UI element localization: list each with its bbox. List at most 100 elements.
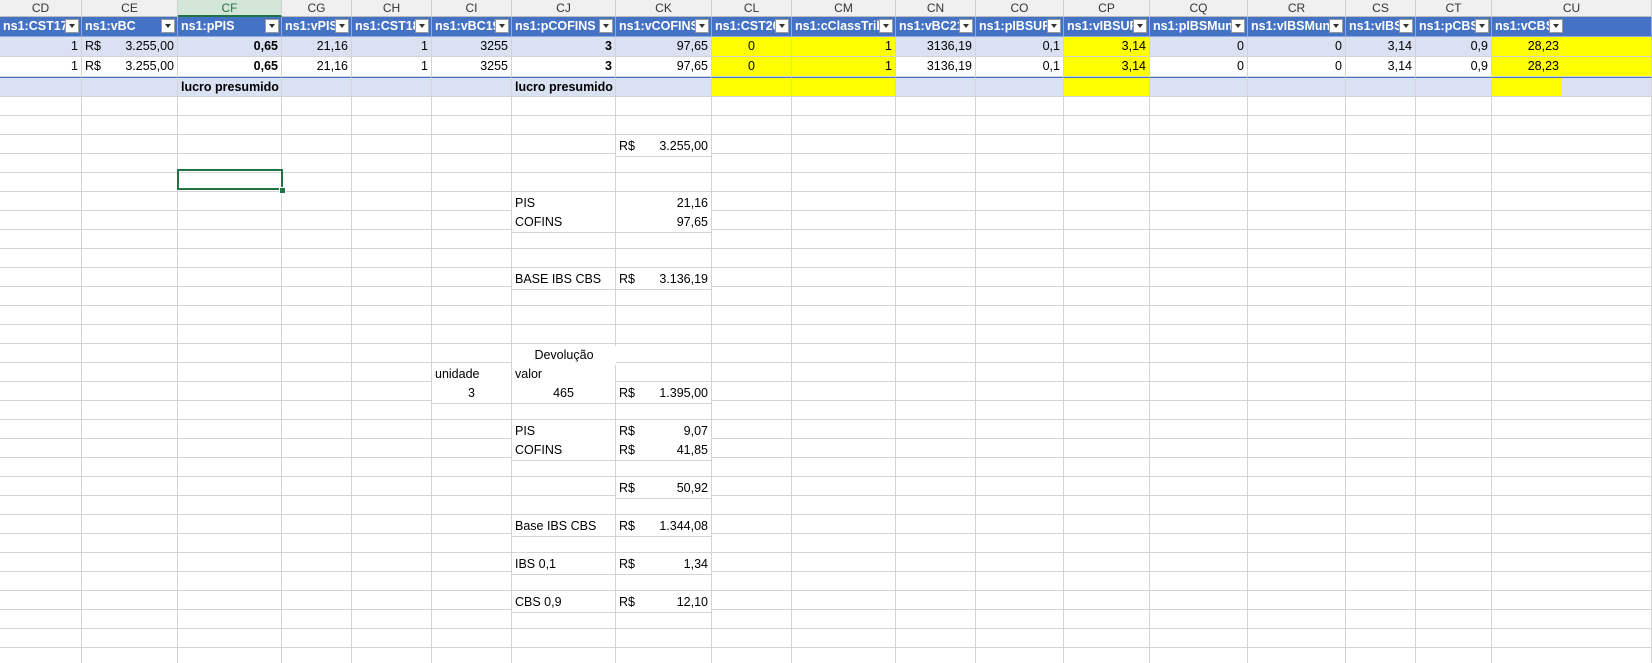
grid-cell[interactable]	[82, 591, 178, 610]
filter-dropdown-icon[interactable]	[879, 19, 893, 33]
grid-cell[interactable]	[1150, 591, 1248, 610]
grid-cell[interactable]	[792, 344, 896, 363]
grid-cell[interactable]	[976, 572, 1064, 591]
grid-cell[interactable]	[792, 173, 896, 192]
grid-cell[interactable]	[0, 173, 82, 192]
grid-cell[interactable]	[1150, 325, 1248, 344]
grid-cell[interactable]	[1064, 154, 1150, 173]
grid-cell[interactable]	[432, 515, 512, 534]
table-header-cell[interactable]: ns1:vPIS	[282, 17, 352, 37]
grid-cell[interactable]	[1416, 135, 1492, 154]
grid-cell[interactable]	[792, 629, 896, 648]
grid-cell[interactable]	[512, 249, 616, 268]
grid-cell[interactable]	[1416, 287, 1492, 306]
grid-cell[interactable]	[352, 401, 432, 420]
grid-cell[interactable]	[1416, 97, 1492, 116]
cell-cclasstrib[interactable]: 1	[792, 57, 896, 77]
grid-cell[interactable]	[1346, 458, 1416, 477]
grid-cell[interactable]	[0, 439, 82, 458]
grid-cell[interactable]	[0, 553, 82, 572]
grid-cell[interactable]	[1064, 439, 1150, 458]
grid-cell[interactable]	[1150, 173, 1248, 192]
grid-cell[interactable]	[282, 382, 352, 401]
grid-cell[interactable]	[896, 116, 976, 135]
filter-dropdown-icon[interactable]	[65, 19, 79, 33]
grid-cell[interactable]	[178, 268, 282, 287]
grid-cell[interactable]	[432, 591, 512, 610]
grid-cell[interactable]	[352, 211, 432, 230]
grid-cell[interactable]	[282, 97, 352, 116]
grid-cell[interactable]	[1150, 534, 1248, 553]
grid-cell[interactable]	[1248, 230, 1346, 249]
grid-cell[interactable]	[82, 230, 178, 249]
grid-cell[interactable]	[282, 534, 352, 553]
grid-cell[interactable]	[976, 192, 1064, 211]
grid-cell[interactable]	[1150, 477, 1248, 496]
filter-dropdown-icon[interactable]	[1047, 19, 1061, 33]
grid-cell[interactable]	[712, 268, 792, 287]
grid-cell[interactable]	[1150, 306, 1248, 325]
grid-cell[interactable]	[1150, 439, 1248, 458]
grid-cell[interactable]	[1346, 154, 1416, 173]
devolucao-cbs-label[interactable]: CBS 0,9	[512, 593, 616, 613]
grid-cell[interactable]	[432, 344, 512, 363]
grid-cell[interactable]	[976, 268, 1064, 287]
devolucao-ibs-label[interactable]: IBS 0,1	[512, 555, 616, 575]
grid-cell[interactable]	[178, 477, 282, 496]
grid-cell[interactable]	[1346, 211, 1416, 230]
grid-cell[interactable]	[896, 553, 976, 572]
grid-cell[interactable]	[82, 648, 178, 663]
grid-cell[interactable]	[896, 154, 976, 173]
grid-cell[interactable]	[1248, 648, 1346, 663]
col-header-ch[interactable]: CH	[352, 0, 432, 17]
summary-cofins-label[interactable]: COFINS	[512, 213, 616, 233]
grid-cell[interactable]	[712, 458, 792, 477]
grid-cell[interactable]	[896, 534, 976, 553]
grid-cell[interactable]	[1346, 344, 1416, 363]
grid-cell[interactable]	[352, 629, 432, 648]
grid-cell[interactable]	[1248, 192, 1346, 211]
grid-cell[interactable]	[512, 135, 616, 154]
grid-cell[interactable]	[1248, 325, 1346, 344]
col-header-cu[interactable]: CU	[1492, 0, 1652, 17]
grid-cell[interactable]	[792, 439, 896, 458]
grid-cell[interactable]	[432, 135, 512, 154]
grid-cell[interactable]	[1248, 496, 1346, 515]
col-header-ct[interactable]: CT	[1416, 0, 1492, 17]
grid-cell[interactable]	[792, 325, 896, 344]
grid-cell[interactable]	[352, 363, 432, 382]
grid-cell[interactable]	[432, 211, 512, 230]
grid-cell[interactable]	[896, 249, 976, 268]
grid-cell[interactable]	[82, 97, 178, 116]
grid-cell[interactable]	[82, 629, 178, 648]
grid-cell[interactable]	[432, 268, 512, 287]
grid-cell[interactable]	[1416, 439, 1492, 458]
grid-cell[interactable]	[616, 97, 712, 116]
devolucao-base-label[interactable]: Base IBS CBS	[512, 517, 616, 537]
grid-cell[interactable]	[0, 534, 82, 553]
table-header-cell[interactable]: ns1:vIBSMun	[1248, 17, 1346, 37]
grid-cell[interactable]	[1346, 629, 1416, 648]
cell-cst18[interactable]: 1	[352, 57, 432, 77]
grid-cell[interactable]	[976, 401, 1064, 420]
grid-cell[interactable]	[896, 97, 976, 116]
grid-cell[interactable]	[1064, 610, 1150, 629]
devolucao-base-value[interactable]: R$ 1.344,08	[616, 517, 712, 537]
total-cell[interactable]	[1492, 77, 1652, 97]
grid-cell[interactable]	[1248, 477, 1346, 496]
grid-cell[interactable]	[616, 363, 712, 382]
grid-cell[interactable]	[282, 211, 352, 230]
grid-cell[interactable]	[82, 610, 178, 629]
grid-cell[interactable]	[1150, 420, 1248, 439]
grid-cell[interactable]	[1248, 439, 1346, 458]
grid-cell[interactable]	[792, 211, 896, 230]
grid-cell[interactable]	[792, 496, 896, 515]
grid-cell[interactable]	[352, 591, 432, 610]
grid-cell[interactable]	[178, 420, 282, 439]
grid-cell[interactable]	[792, 477, 896, 496]
grid-cell[interactable]	[282, 192, 352, 211]
total-cell[interactable]	[82, 77, 178, 97]
grid-cell[interactable]	[1346, 287, 1416, 306]
grid-cell[interactable]	[432, 496, 512, 515]
grid-cell[interactable]	[0, 420, 82, 439]
